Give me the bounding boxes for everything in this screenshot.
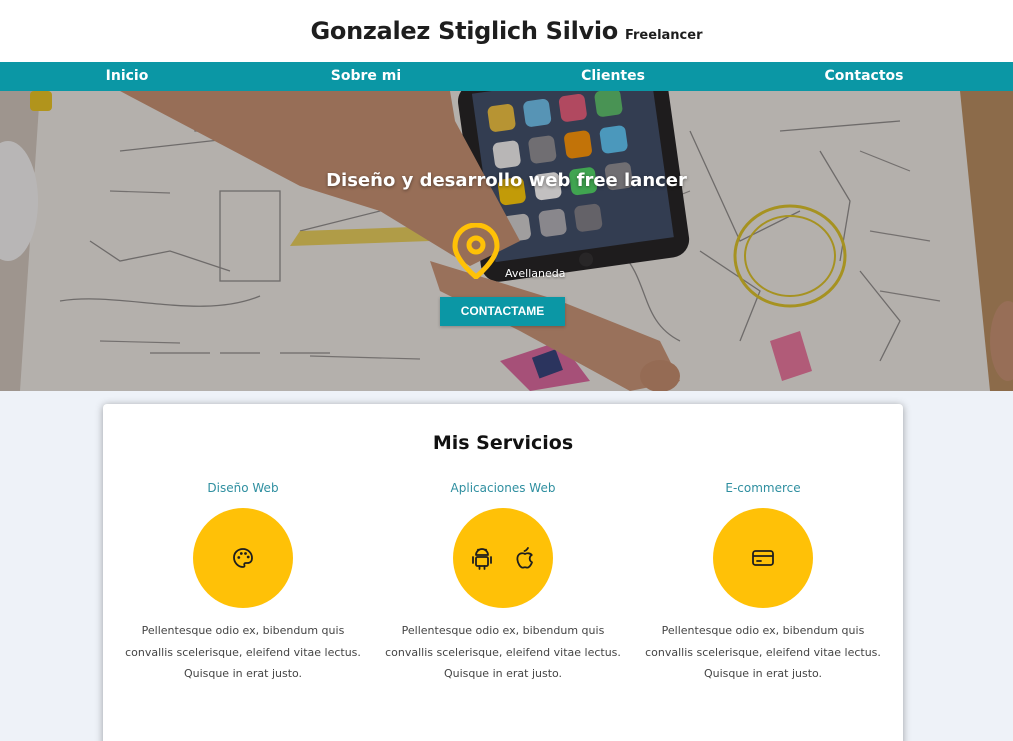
site-header: Gonzalez Stiglich Silvio Freelancer xyxy=(0,0,1013,62)
service-item-diseno-web: Diseño Web Pellentesque odio ex, bibendu… xyxy=(113,480,373,685)
service-description: Pellentesque odio ex, bibendum quis conv… xyxy=(125,624,361,680)
map-pin-icon xyxy=(452,223,500,279)
main-nav: Inicio Sobre mi Clientes Contactos xyxy=(0,62,1013,91)
service-title: Aplicaciones Web xyxy=(450,481,556,495)
services-heading: Mis Servicios xyxy=(432,432,574,454)
nav-item-sobre-mi[interactable]: Sobre mi xyxy=(331,62,401,91)
nav-item-contactos[interactable]: Contactos xyxy=(825,62,904,91)
service-description: Pellentesque odio ex, bibendum quis conv… xyxy=(385,624,621,680)
services-card: Mis Servicios Diseño Web Pellentesque od… xyxy=(103,404,903,741)
service-title: E-commerce xyxy=(725,481,801,495)
location-label: Avellaneda xyxy=(505,267,566,280)
service-icon-circle xyxy=(713,508,813,608)
apple-icon xyxy=(516,547,533,569)
android-icon xyxy=(472,548,492,570)
contact-button[interactable]: CONTACTAME xyxy=(440,297,565,326)
service-title: Diseño Web xyxy=(207,481,279,495)
service-description: Pellentesque odio ex, bibendum quis conv… xyxy=(645,624,881,680)
palette-icon xyxy=(233,548,253,568)
hero-title: Diseño y desarrollo web free lancer xyxy=(326,170,687,191)
site-subtitle: Freelancer xyxy=(624,28,703,43)
service-icon-circle xyxy=(453,508,553,608)
hero-overlay xyxy=(0,91,1013,391)
nav-item-inicio[interactable]: Inicio xyxy=(106,62,149,91)
service-item-aplicaciones-web: Aplicaciones Web Pellentesque odio ex, b… xyxy=(373,480,633,685)
hero-section: Diseño y desarrollo web free lancer Avel… xyxy=(0,91,1013,391)
credit-card-icon xyxy=(752,550,774,566)
site-title: Gonzalez Stiglich Silvio xyxy=(310,17,619,45)
brand: Gonzalez Stiglich Silvio Freelancer xyxy=(311,17,703,45)
service-item-e-commerce: E-commerce Pellentesque odio ex, bibendu… xyxy=(633,480,893,685)
nav-item-clientes[interactable]: Clientes xyxy=(581,62,645,91)
service-icon-circle xyxy=(193,508,293,608)
